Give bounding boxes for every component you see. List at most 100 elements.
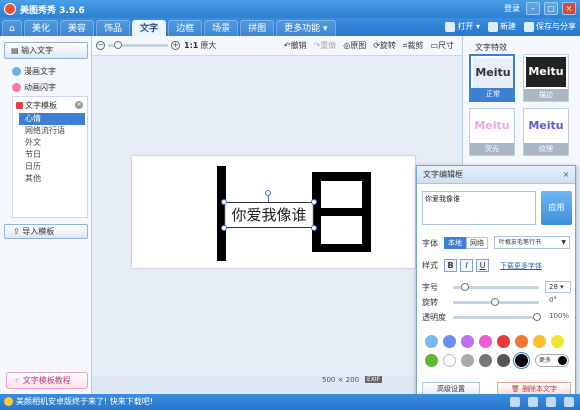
bold-button[interactable]: B: [444, 259, 457, 272]
maximize-button[interactable]: □: [544, 2, 558, 15]
ratio-1to1-button[interactable]: 1:1: [184, 41, 198, 50]
effect-outline[interactable]: Meitu 描边: [523, 54, 569, 102]
save-share-button[interactable]: 保存与分享: [524, 21, 576, 32]
color-swatch[interactable]: [497, 354, 510, 367]
effect-label-outline: 描边: [524, 89, 568, 101]
minimize-button[interactable]: –: [526, 2, 540, 15]
size-slider[interactable]: [453, 283, 539, 291]
text-effects-panel: 文字特效 Meitu 正常 Meitu 描边 Meitu 荧光 Meitu 纹理: [462, 36, 580, 166]
rotate-slider[interactable]: [453, 298, 539, 306]
template-close-icon[interactable]: ×: [75, 101, 83, 109]
tab-accessories[interactable]: 饰品: [96, 20, 131, 36]
text-content-input[interactable]: 你爱我像谁: [422, 191, 536, 225]
more-colors-button[interactable]: 更多: [535, 354, 569, 367]
font-select[interactable]: 叶根友毛笔行书 ▼: [494, 236, 570, 249]
resize-button[interactable]: ▭尺寸: [430, 40, 454, 51]
color-swatch[interactable]: [533, 335, 546, 348]
template-item-other[interactable]: 其他: [19, 173, 85, 185]
color-swatch[interactable]: [461, 335, 474, 348]
apply-button[interactable]: 应用: [541, 191, 572, 225]
color-swatch[interactable]: [461, 354, 474, 367]
tab-scene[interactable]: 场景: [204, 20, 239, 36]
effect-normal[interactable]: Meitu 正常: [469, 54, 515, 102]
zoom-in-icon[interactable]: +: [171, 41, 180, 50]
resize-handle-tl[interactable]: [221, 199, 227, 205]
template-item-foreign[interactable]: 外文: [19, 137, 85, 149]
template-tutorial-button[interactable]: ☞ 文字模板教程: [6, 372, 88, 389]
color-swatch[interactable]: [479, 335, 492, 348]
resize-handle-br[interactable]: [311, 225, 317, 231]
template-item-holiday[interactable]: 节日: [19, 149, 85, 161]
import-template-button[interactable]: ⇪ 导入模板: [4, 224, 88, 239]
template-item-net-slang[interactable]: 网络流行语: [19, 125, 85, 137]
tab-more-features[interactable]: 更多功能 ▾: [276, 20, 336, 36]
effect-texture[interactable]: Meitu 纹理: [523, 108, 569, 156]
input-text-button[interactable]: ▤ 输入文字: [4, 42, 88, 59]
template-item-mood[interactable]: 心情: [19, 113, 85, 125]
dialog-header[interactable]: 文字编辑框 ×: [417, 166, 575, 184]
underline-button[interactable]: U: [476, 259, 489, 272]
color-swatch[interactable]: [515, 335, 528, 348]
color-swatch[interactable]: [551, 335, 564, 348]
resize-handle-bl[interactable]: [221, 225, 227, 231]
crop-button[interactable]: ⌗裁剪: [403, 40, 424, 51]
weibo-icon[interactable]: [510, 397, 520, 407]
tab-cosmetic[interactable]: 美容: [60, 20, 95, 36]
undo-button[interactable]: ↶撤销: [284, 40, 307, 51]
effect-sample-outline: Meitu: [526, 57, 566, 87]
tab-collage[interactable]: 拼图: [240, 20, 275, 36]
color-swatch[interactable]: [479, 354, 492, 367]
status-icons: [510, 397, 574, 407]
qq-icon[interactable]: [528, 397, 538, 407]
color-swatch[interactable]: [443, 354, 456, 367]
status-message[interactable]: 美颜相机安卓版终于来了! 快来下载吧!: [16, 397, 153, 406]
rotate-slider-knob[interactable]: [491, 298, 499, 306]
opacity-slider[interactable]: [453, 313, 541, 321]
zoom-out-icon[interactable]: −: [96, 41, 105, 50]
animated-text-item[interactable]: 动画闪字: [12, 82, 56, 93]
original-size-button[interactable]: 原大: [200, 40, 216, 51]
download-fonts-link[interactable]: 下载更多字体: [500, 261, 542, 271]
image-canvas[interactable]: 你爱我像谁: [132, 156, 415, 268]
tab-text[interactable]: 文字: [132, 20, 167, 36]
color-swatch[interactable]: [425, 335, 438, 348]
zoom-slider[interactable]: [108, 41, 168, 49]
open-button[interactable]: 打开 ▾: [445, 21, 480, 32]
template-item-calendar[interactable]: 日历: [19, 161, 85, 173]
exif-badge[interactable]: EXIF: [365, 376, 383, 383]
font-tab-local[interactable]: 本地: [444, 237, 466, 249]
color-swatch[interactable]: [515, 354, 528, 367]
redo-label: 重做: [320, 41, 337, 50]
original-button[interactable]: ◎原图: [343, 40, 366, 51]
settings-icon[interactable]: [564, 397, 574, 407]
size-select[interactable]: 28 ▾: [545, 281, 571, 293]
login-link[interactable]: 登录: [504, 3, 520, 14]
open-label: 打开 ▾: [457, 22, 480, 31]
color-swatch[interactable]: [425, 354, 438, 367]
size-slider-knob[interactable]: [461, 283, 469, 291]
color-swatch[interactable]: [443, 335, 456, 348]
share-icon[interactable]: [546, 397, 556, 407]
home-tab[interactable]: ⌂: [2, 20, 22, 36]
new-button[interactable]: 新建: [488, 21, 516, 32]
color-swatch[interactable]: [497, 335, 510, 348]
close-button[interactable]: ×: [562, 2, 576, 15]
zoom-slider-knob[interactable]: [114, 41, 122, 49]
style-row: 样式 B I U 下载更多字体: [422, 259, 542, 272]
rotate-handle[interactable]: [265, 190, 271, 196]
tab-beautify[interactable]: 美化: [24, 20, 59, 36]
dialog-close-icon[interactable]: ×: [561, 170, 571, 180]
italic-button[interactable]: I: [460, 259, 473, 272]
font-tab-online[interactable]: 网络: [466, 237, 488, 249]
redo-button[interactable]: ↷重做: [314, 40, 337, 51]
comic-text-item[interactable]: 漫画文字: [12, 66, 56, 77]
effect-glow[interactable]: Meitu 荧光: [469, 108, 515, 156]
tab-frame[interactable]: 边框: [168, 20, 203, 36]
text-layer[interactable]: 你爱我像谁: [224, 202, 314, 228]
opacity-slider-knob[interactable]: [533, 313, 541, 321]
main-tab-bar: ⌂ 美化 美容 饰品 文字 边框 场景 拼图 更多功能 ▾ 打开 ▾ 新建 保存…: [0, 18, 580, 36]
resize-handle-tr[interactable]: [311, 199, 317, 205]
rotate-button[interactable]: ⟳旋转: [373, 40, 396, 51]
template-header[interactable]: 文字模板: [16, 100, 57, 111]
import-icon: ⇪: [13, 227, 23, 236]
